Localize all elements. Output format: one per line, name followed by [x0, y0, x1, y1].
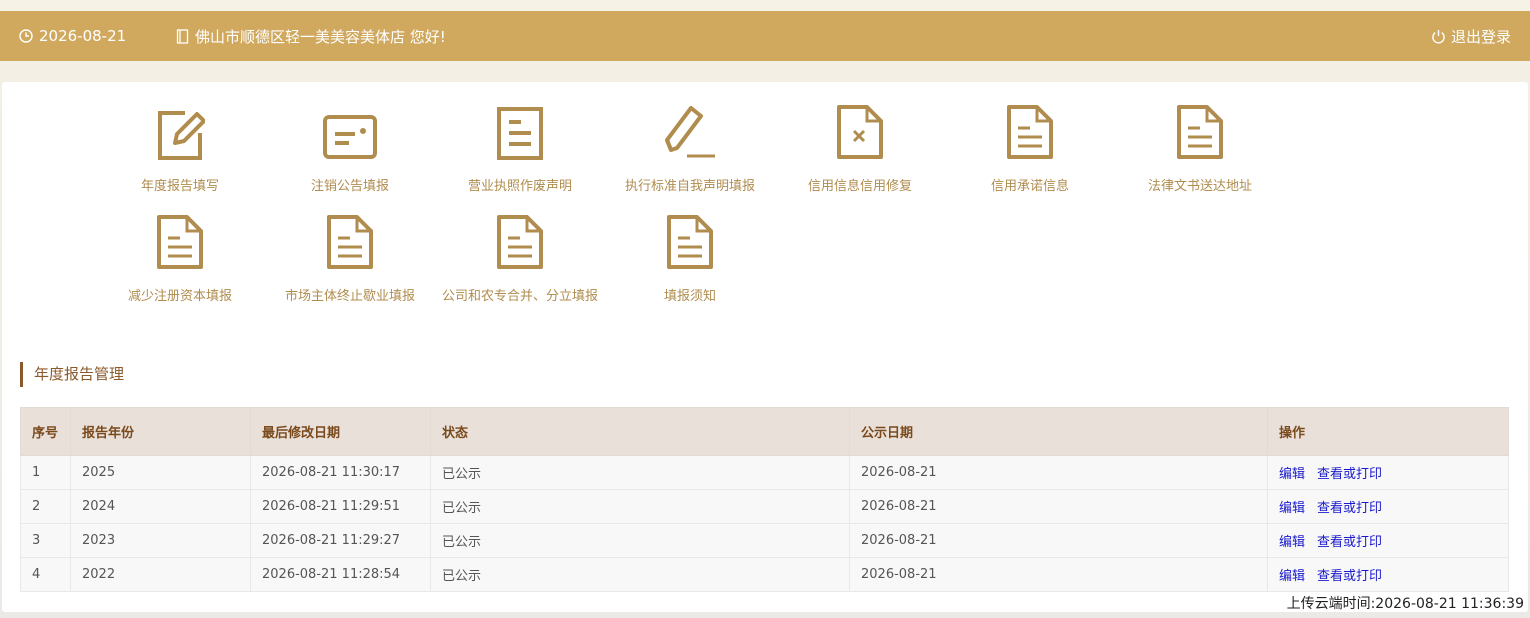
column-header: 报告年份: [70, 407, 251, 456]
table-header-row: 序号 报告年份 最后修改日期 状态 公示日期 操作: [20, 407, 1509, 456]
edit-link[interactable]: 编辑: [1279, 467, 1305, 482]
cell-actions: 编辑 查看或打印: [1267, 455, 1509, 490]
column-header: 公示日期: [849, 407, 1268, 456]
cell-no: 3: [20, 523, 71, 558]
column-header: 状态: [430, 407, 850, 456]
tile-legal-address[interactable]: 法律文书送达地址: [1115, 100, 1285, 200]
cell-year: 2024: [70, 489, 251, 524]
cell-actions: 编辑 查看或打印: [1267, 557, 1509, 592]
tile-credit-repair[interactable]: 信用信息信用修复: [775, 100, 945, 200]
id-card-icon: [318, 100, 382, 160]
cell-no: 4: [20, 557, 71, 592]
edit-link[interactable]: 编辑: [1279, 501, 1305, 516]
header-date: 2026-08-21: [19, 11, 126, 61]
tile-filing-notice[interactable]: 填报须知: [605, 210, 775, 310]
view-print-link[interactable]: 查看或打印: [1317, 467, 1382, 482]
section-title: 年度报告管理: [20, 362, 124, 387]
cell-status: 已公示: [430, 557, 850, 592]
cell-no: 1: [20, 455, 71, 490]
cell-status: 已公示: [430, 523, 850, 558]
cell-status: 已公示: [430, 455, 850, 490]
cell-publish-date: 2026-08-21: [849, 455, 1268, 490]
header-date-text: 2026-08-21: [39, 27, 127, 45]
cell-modified: 2026-08-21 11:30:17: [250, 455, 431, 490]
cell-modified: 2026-08-21 11:28:54: [250, 557, 431, 592]
view-print-link[interactable]: 查看或打印: [1317, 569, 1382, 584]
cell-modified: 2026-08-21 11:29:27: [250, 523, 431, 558]
document-lines-icon: [488, 100, 552, 160]
cell-no: 2: [20, 489, 71, 524]
column-header: 操作: [1267, 407, 1509, 456]
upload-time: 上传云端时间:2026-08-21 11:36:39: [1286, 596, 1524, 612]
power-icon: [1431, 29, 1446, 44]
tile-standard-declaration[interactable]: 执行标准自我声明填报: [605, 100, 775, 200]
cell-status: 已公示: [430, 489, 850, 524]
pencil-icon: [658, 100, 722, 160]
logout-button[interactable]: 退出登录: [1431, 11, 1511, 61]
logout-label: 退出登录: [1450, 27, 1511, 46]
tile-credit-promise[interactable]: 信用承诺信息: [945, 100, 1115, 200]
header-greeting: 佛山市顺德区轻一美美容美体店 您好!: [176, 11, 446, 61]
table-row: 1 2025 2026-08-21 11:30:17 已公示 2026-08-2…: [20, 455, 1509, 490]
document-icon: [1168, 100, 1232, 160]
cell-publish-date: 2026-08-21: [849, 557, 1268, 592]
tile-license-void[interactable]: 营业执照作废声明: [435, 100, 605, 200]
tile-merge-split[interactable]: 公司和农专合并、分立填报: [435, 210, 605, 310]
cell-actions: 编辑 查看或打印: [1267, 523, 1509, 558]
table-row: 3 2023 2026-08-21 11:29:27 已公示 2026-08-2…: [20, 523, 1509, 558]
column-header: 序号: [20, 407, 71, 456]
top-bar: 2026-08-21 佛山市顺德区轻一美美容美体店 您好! 退出登录: [0, 11, 1530, 61]
cell-year: 2022: [70, 557, 251, 592]
view-print-link[interactable]: 查看或打印: [1317, 535, 1382, 550]
view-print-link[interactable]: 查看或打印: [1317, 501, 1382, 516]
door-icon: [176, 28, 189, 44]
edit-link[interactable]: 编辑: [1279, 535, 1305, 550]
document-icon: [318, 210, 382, 270]
cell-year: 2025: [70, 455, 251, 490]
column-header: 最后修改日期: [250, 407, 431, 456]
table-row: 2 2024 2026-08-21 11:29:51 已公示 2026-08-2…: [20, 489, 1509, 524]
header-greeting-text: 佛山市顺德区轻一美美容美体店 您好!: [195, 27, 446, 46]
document-icon: [488, 210, 552, 270]
tile-annual-report[interactable]: 年度报告填写: [95, 100, 265, 200]
cell-year: 2023: [70, 523, 251, 558]
edit-link[interactable]: 编辑: [1279, 569, 1305, 584]
clock-icon: [19, 29, 33, 43]
tile-cancel-announcement[interactable]: 注销公告填报: [265, 100, 435, 200]
document-x-icon: [828, 100, 892, 160]
document-icon: [998, 100, 1062, 160]
cell-actions: 编辑 查看或打印: [1267, 489, 1509, 524]
document-icon: [658, 210, 722, 270]
edit-square-icon: [148, 100, 212, 160]
table-row: 4 2022 2026-08-21 11:28:54 已公示 2026-08-2…: [20, 557, 1509, 592]
cell-publish-date: 2026-08-21: [849, 523, 1268, 558]
cell-publish-date: 2026-08-21: [849, 489, 1268, 524]
tile-terminate-business[interactable]: 市场主体终止歇业填报: [265, 210, 435, 310]
main-card: 年度报告填写 注销公告填报 营业执照作废声明 执行标准自我声明填报 信用信息信用: [2, 82, 1528, 612]
document-icon: [148, 210, 212, 270]
tile-reduce-capital[interactable]: 减少注册资本填报: [95, 210, 265, 310]
cell-modified: 2026-08-21 11:29:51: [250, 489, 431, 524]
annual-report-table: 序号 报告年份 最后修改日期 状态 公示日期 操作 1 2025 2026-08…: [20, 407, 1509, 592]
